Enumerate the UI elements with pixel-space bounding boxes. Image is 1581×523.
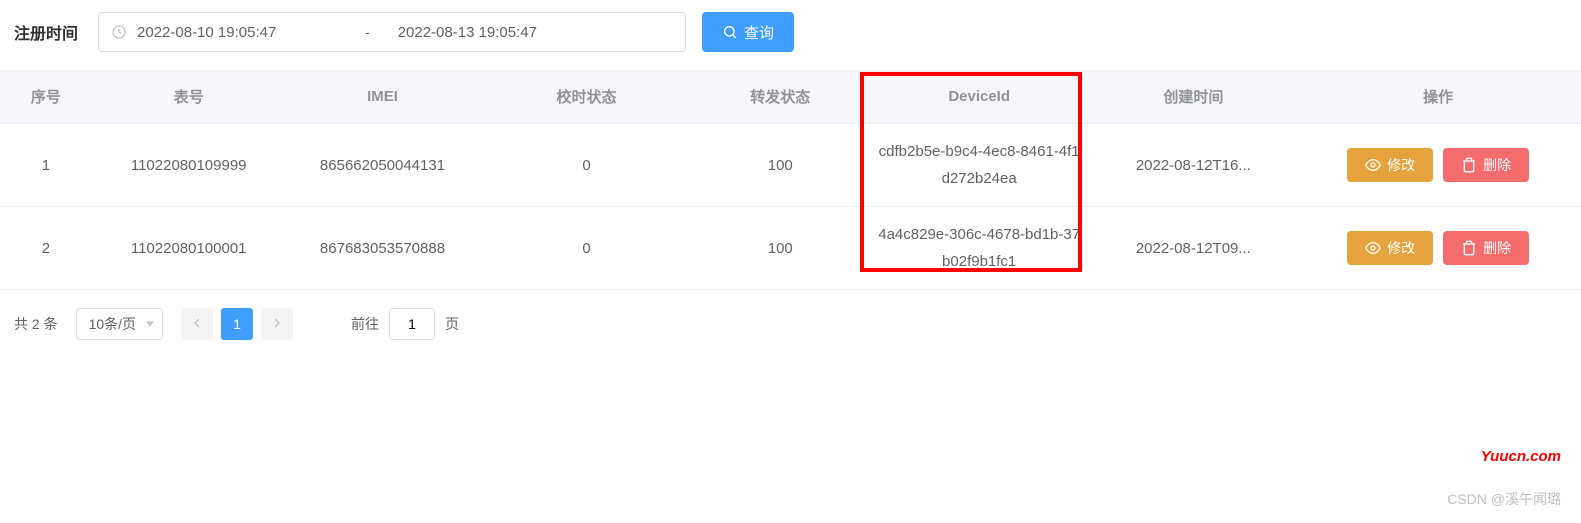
cell-imei: 865662050044131: [286, 124, 480, 207]
delete-button[interactable]: 删除: [1443, 148, 1529, 182]
chevron-right-icon: [269, 315, 285, 334]
eye-icon: [1365, 240, 1381, 256]
date-start-input[interactable]: [137, 24, 337, 41]
cell-created: 2022-08-12T16...: [1091, 124, 1295, 207]
cell-cal: 0: [479, 124, 693, 207]
th-device-id: DeviceId: [867, 70, 1091, 124]
jump-to-page: 前往 页: [351, 308, 459, 340]
chevron-left-icon: [189, 315, 205, 334]
table-row: 2 11022080100001 867683053570888 0 100 4…: [0, 207, 1581, 290]
page-number-button[interactable]: 1: [221, 308, 253, 340]
jump-suffix: 页: [445, 314, 459, 334]
search-button[interactable]: 查询: [702, 12, 794, 52]
page-size-label: 10条/页: [89, 314, 136, 334]
page-size-select[interactable]: 10条/页: [76, 308, 163, 340]
date-separator: -: [365, 24, 370, 40]
eye-icon: [1365, 157, 1381, 173]
th-seq: 序号: [0, 70, 92, 124]
cell-created: 2022-08-12T09...: [1091, 207, 1295, 290]
th-meter: 表号: [92, 70, 286, 124]
th-cal-status: 校时状态: [479, 70, 693, 124]
cell-meter: 11022080109999: [92, 124, 286, 207]
search-button-label: 查询: [744, 22, 774, 43]
filter-bar: 注册时间 - 查询: [0, 0, 1581, 70]
table-row: 1 11022080109999 865662050044131 0 100 c…: [0, 124, 1581, 207]
cell-seq: 1: [0, 124, 92, 207]
cell-device-id: 4a4c829e-306c-4678-bd1b-37b02f9b1fc1: [867, 207, 1091, 290]
cell-imei: 867683053570888: [286, 207, 480, 290]
delete-label: 删除: [1483, 238, 1511, 258]
edit-label: 修改: [1387, 155, 1415, 175]
date-end-input[interactable]: [398, 24, 598, 41]
watermark-csdn: CSDN @溪午闻璐: [1447, 489, 1561, 509]
trash-icon: [1461, 240, 1477, 256]
jump-input[interactable]: [389, 308, 435, 340]
th-created: 创建时间: [1091, 70, 1295, 124]
cell-cal: 0: [479, 207, 693, 290]
pagination: 共 2 条 10条/页 1 前往 页: [0, 290, 1581, 350]
next-page-button[interactable]: [261, 308, 293, 340]
total-text: 共 2 条: [14, 314, 58, 334]
cell-ops: 修改 删除: [1295, 207, 1581, 290]
cell-fwd: 100: [694, 124, 867, 207]
edit-label: 修改: [1387, 238, 1415, 258]
th-fwd-status: 转发状态: [694, 70, 867, 124]
cell-meter: 11022080100001: [92, 207, 286, 290]
data-table: 序号 表号 IMEI 校时状态 转发状态 DeviceId 创建时间 操作 1 …: [0, 70, 1581, 290]
filter-label: 注册时间: [14, 20, 78, 44]
date-range-picker[interactable]: -: [98, 12, 686, 52]
cell-ops: 修改 删除: [1295, 124, 1581, 207]
watermark-site: Yuucn.com: [1481, 448, 1561, 465]
delete-button[interactable]: 删除: [1443, 231, 1529, 265]
edit-button[interactable]: 修改: [1347, 231, 1433, 265]
th-imei: IMEI: [286, 70, 480, 124]
edit-button[interactable]: 修改: [1347, 148, 1433, 182]
prev-page-button[interactable]: [181, 308, 213, 340]
clock-icon: [111, 24, 127, 40]
cell-seq: 2: [0, 207, 92, 290]
jump-prefix: 前往: [351, 314, 379, 334]
search-icon: [722, 24, 738, 40]
cell-device-id: cdfb2b5e-b9c4-4ec8-8461-4f1d272b24ea: [867, 124, 1091, 207]
delete-label: 删除: [1483, 155, 1511, 175]
th-ops: 操作: [1295, 70, 1581, 124]
cell-fwd: 100: [694, 207, 867, 290]
trash-icon: [1461, 157, 1477, 173]
pager: 1: [181, 308, 293, 340]
